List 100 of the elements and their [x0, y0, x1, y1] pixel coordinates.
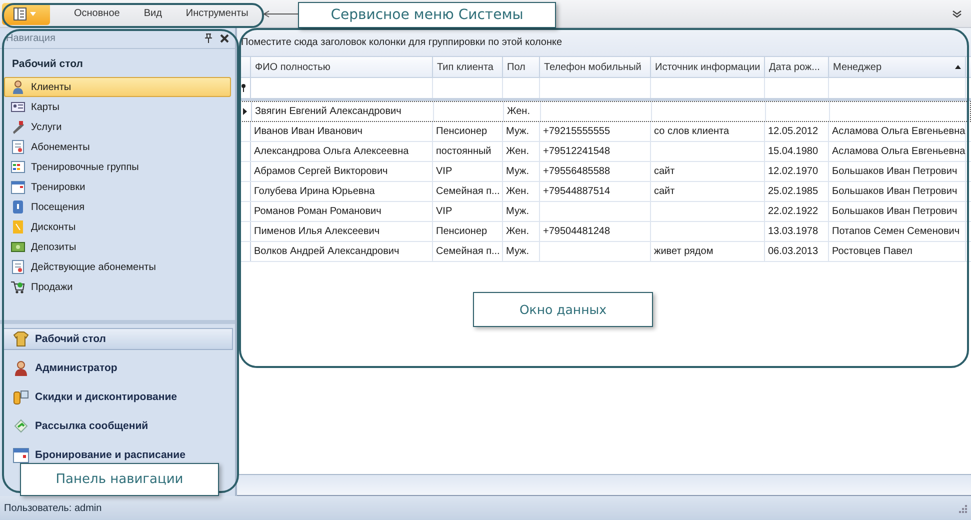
table-cell: 25.02.1985 — [768, 186, 818, 197]
nav-item[interactable]: Услуги — [4, 117, 231, 137]
column-header[interactable]: Источник информации — [651, 57, 765, 77]
pin-icon[interactable] — [205, 33, 212, 43]
table-row[interactable]: Волков Андрей Александрович Семейная п... Муж. живет рядом 06.03.2013 Ростовцев Павел — [237, 242, 971, 262]
table-cell: Пенсионер — [436, 126, 488, 137]
coins-icon — [13, 389, 29, 405]
table-cell: Жен. — [506, 146, 529, 157]
nav-section[interactable]: Администратор — [2, 357, 233, 379]
callout-label: Панель навигации — [20, 463, 219, 496]
status-text: Пользователь: admin — [4, 502, 102, 514]
table-cell: Жен. — [506, 226, 529, 237]
table-cell: Романов Роман Романович — [254, 206, 382, 217]
close-icon[interactable] — [220, 34, 229, 42]
table-cell: Абрамов Сергей Викторович — [254, 166, 388, 177]
table-cell: Семейная п... — [436, 186, 500, 197]
table-cell: VIP — [436, 166, 452, 177]
diamond-icon — [13, 418, 29, 434]
table-row[interactable]: Иванов Иван Иванович Пенсионер Муж. +79215555555 со слов клиента 12.05.2012 Асламова Ольга Евгеньевна — [237, 122, 971, 142]
group-title: Рабочий стол — [11, 57, 84, 72]
nav-item[interactable]: Продажи — [4, 277, 231, 297]
table-cell: Муж. — [506, 206, 530, 217]
nav-section[interactable]: Скидки и дисконтирование — [2, 386, 233, 408]
table-cell: 06.03.2013 — [768, 246, 818, 257]
person-icon — [11, 80, 25, 94]
table-cell: Муж. — [506, 246, 530, 257]
table-cell: 12.02.1970 — [768, 166, 818, 177]
table-cell: +79556485588 — [543, 166, 610, 177]
table-cell: Большаков Иван Петрович — [832, 166, 958, 177]
cart-icon — [11, 280, 25, 294]
column-header[interactable]: Тип клиента — [433, 57, 503, 77]
nav-item[interactable]: Карты — [4, 97, 231, 117]
table-cell: +79215555555 — [543, 126, 610, 137]
table-cell: со слов клиента — [654, 126, 730, 137]
chevron-down-icon[interactable] — [952, 10, 962, 18]
table-cell: +79504481248 — [543, 226, 610, 237]
nav-item[interactable]: Абонементы — [4, 137, 231, 157]
table-cell: Звягин Евгений Александрович — [255, 106, 402, 117]
nav-item[interactable]: Тренировочные группы — [4, 157, 231, 177]
table-row[interactable]: Абрамов Сергей Викторович VIP Муж. +79556485588 сайт 12.02.1970 Большаков Иван Петрович — [237, 162, 971, 182]
document-icon — [11, 260, 25, 274]
table-cell: 15.04.1980 — [768, 146, 818, 157]
group-by-hint: Поместите сюда заголовок колонки для группировки по этой колонке — [237, 28, 971, 56]
callout-label: Сервисное меню Системы — [298, 2, 556, 28]
application-icon — [13, 6, 39, 20]
column-header[interactable]: Менеджер — [829, 57, 966, 77]
nav-item[interactable]: Тренировки — [4, 177, 231, 197]
column-header[interactable]: Телефон мобильный — [540, 57, 651, 77]
table-cell: VIP — [436, 206, 452, 217]
calendar-icon — [11, 180, 25, 194]
table-row[interactable]: Романов Роман Романович VIP Муж. 22.02.1922 Большаков Иван Петрович — [237, 202, 971, 222]
table-row[interactable]: Александрова Ольга Алексеевна постоянный Жен. +79512241548 15.04.1980 Асламова Ольга Евгеньевна — [237, 142, 971, 162]
nav-section[interactable]: Рабочий стол — [2, 328, 233, 350]
callout-label: Окно данных — [473, 292, 653, 327]
table-cell: постоянный — [436, 146, 492, 157]
table-cell: 13.03.1978 — [768, 226, 818, 237]
table-cell: Асламова Ольга Евгеньевна — [832, 126, 966, 137]
table-cell: +79512241548 — [543, 146, 610, 157]
nav-item[interactable]: Клиенты — [4, 77, 231, 97]
current-row-icon — [242, 108, 246, 115]
calendar-icon — [13, 447, 29, 463]
filter-icon — [241, 84, 246, 92]
table-cell: Александрова Ольга Алексеевна — [254, 146, 409, 157]
menu-tab[interactable]: Основное — [62, 8, 132, 19]
nav-section[interactable]: Рассылка сообщений — [2, 415, 233, 437]
menu-tab[interactable]: Вид — [132, 8, 174, 19]
table-row[interactable]: Голубева Ирина Юрьевна Семейная п... Жен. +79544887514 сайт 25.02.1985 Большаков Иван Петрович — [237, 182, 971, 202]
table-row[interactable]: Пименов Илья Алексеевич Пенсионер Жен. +79504481248 13.03.1978 Потапов Семен Семенович — [237, 222, 971, 242]
table-cell: Пенсионер — [436, 226, 488, 237]
annotation-arrow — [263, 10, 299, 18]
application-menu-button[interactable] — [2, 2, 50, 24]
shirt-icon — [13, 331, 29, 347]
nav-section[interactable]: Бронирование и расписание — [2, 444, 233, 466]
table-cell: живет рядом — [654, 246, 714, 257]
nav-item[interactable]: Действующие абонементы — [4, 257, 231, 277]
table-cell: сайт — [654, 166, 675, 177]
table-cell: Жен. — [506, 186, 529, 197]
sort-arrow-icon — [955, 65, 961, 69]
nav-item[interactable]: Посещения — [4, 197, 231, 217]
card-icon — [11, 100, 25, 114]
table-cell: 22.02.1922 — [768, 206, 818, 217]
table-cell: Пименов Илья Алексеевич — [254, 226, 380, 237]
menu-tab[interactable]: Инструменты — [174, 8, 260, 19]
column-header[interactable]: Пол — [503, 57, 540, 77]
nav-item[interactable]: Депозиты — [4, 237, 231, 257]
table-cell: Большаков Иван Петрович — [832, 186, 958, 197]
table-cell: Волков Андрей Александрович — [254, 246, 400, 257]
table-cell: +79544887514 — [543, 186, 610, 197]
resize-grip-icon[interactable] — [958, 504, 967, 512]
table-cell: Жен. — [507, 106, 530, 117]
table-cell: Потапов Семен Семенович — [832, 226, 960, 237]
table-cell: Голубева Ирина Юрьевна — [254, 186, 375, 197]
document-icon — [11, 140, 25, 154]
column-header[interactable]: ФИО полностью — [251, 57, 433, 77]
nav-item[interactable]: Дисконты — [4, 217, 231, 237]
money-icon — [11, 240, 25, 254]
grid-icon — [11, 160, 25, 174]
table-cell: сайт — [654, 186, 675, 197]
table-cell: Асламова Ольга Евгеньевна — [832, 146, 966, 157]
table-cell: Большаков Иван Петрович — [832, 206, 958, 217]
